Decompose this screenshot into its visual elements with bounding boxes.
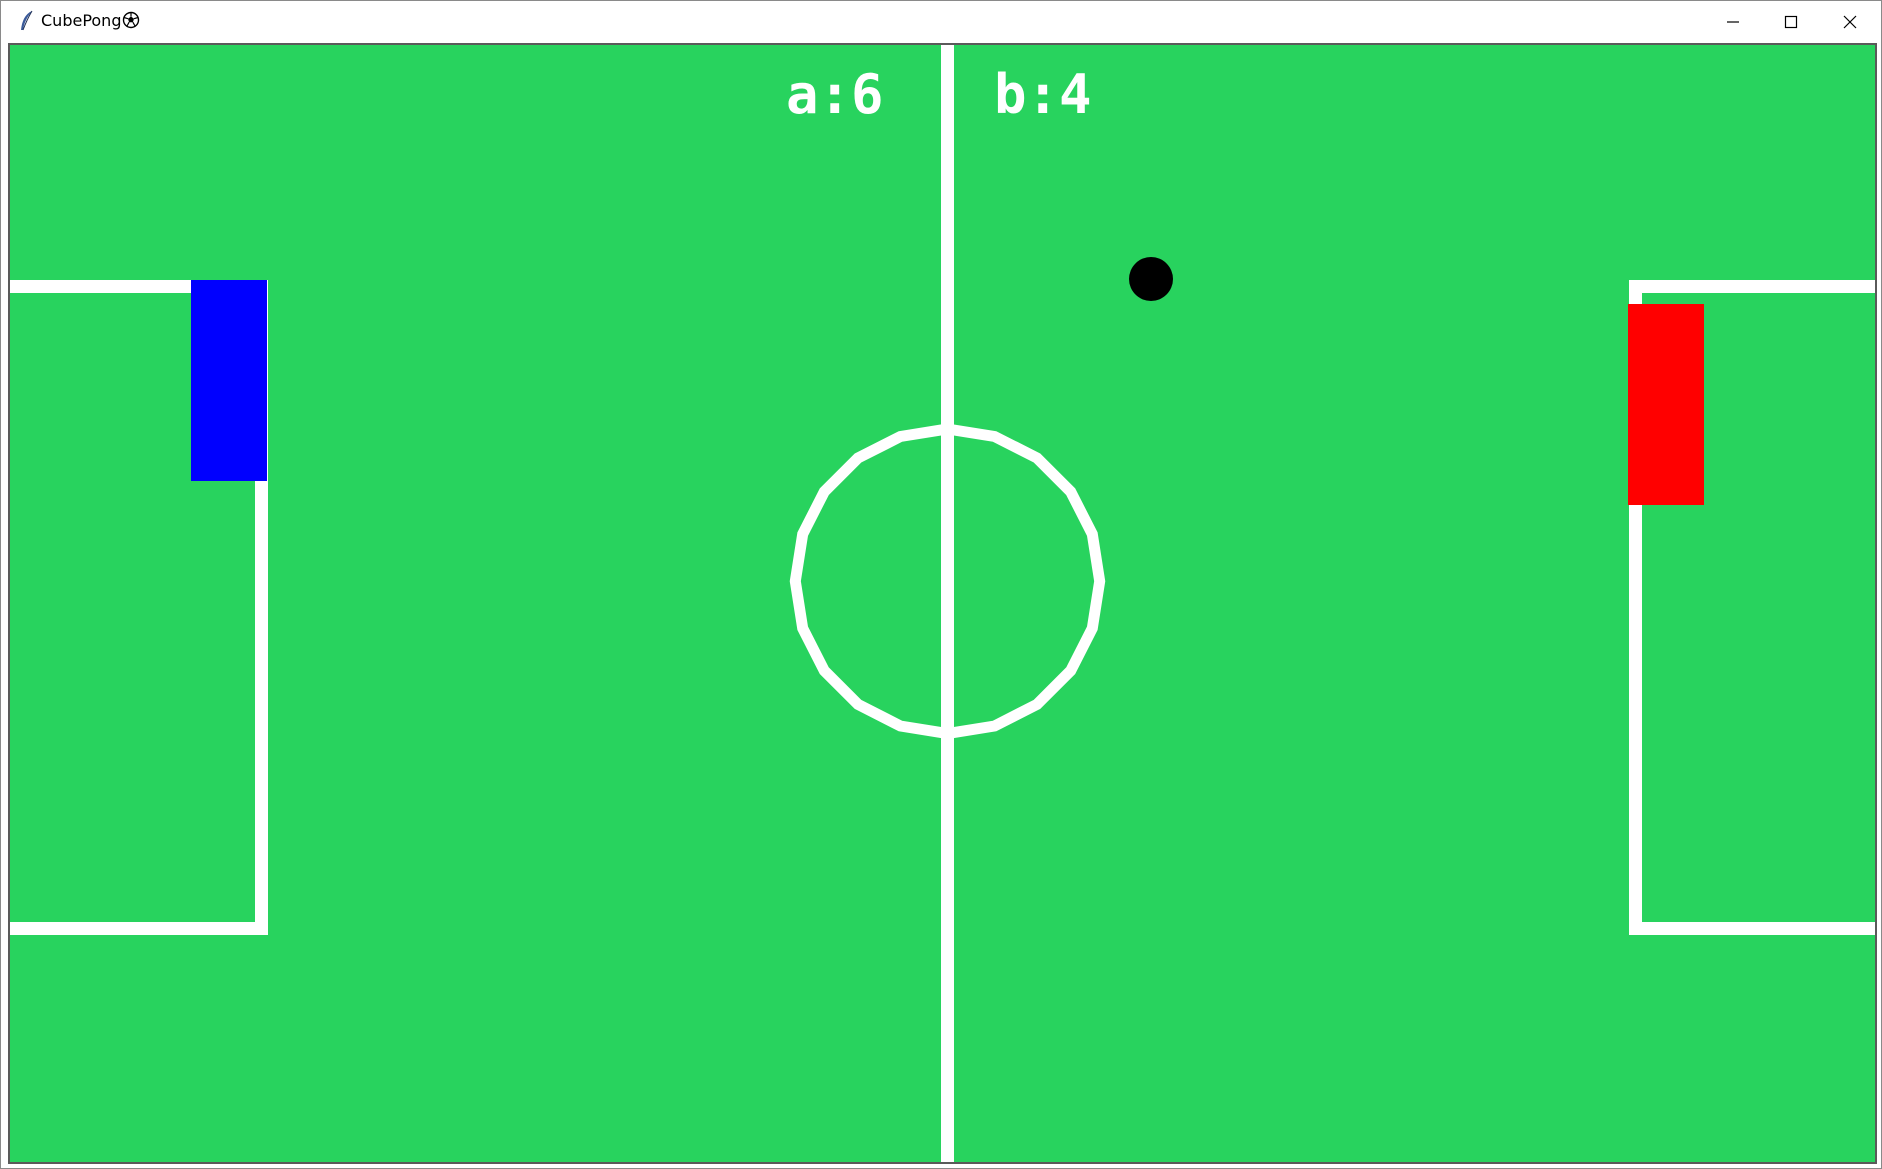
close-button[interactable] xyxy=(1821,1,1879,42)
minimize-button[interactable] xyxy=(1704,1,1762,42)
center-line xyxy=(941,45,954,1162)
maximize-button[interactable] xyxy=(1762,1,1820,42)
soccer-field xyxy=(10,45,1875,1162)
game-canvas[interactable]: a:6 b:4 xyxy=(8,43,1877,1164)
window-title: CubePong xyxy=(41,11,140,31)
feather-icon xyxy=(21,10,33,31)
ball xyxy=(1129,257,1173,301)
paddle-a xyxy=(191,280,267,481)
close-icon xyxy=(1843,15,1857,28)
minimize-icon xyxy=(1727,20,1739,23)
window-title-text: CubePong xyxy=(41,11,122,30)
title-bar[interactable]: CubePong xyxy=(1,1,1881,42)
soccer-ball-icon xyxy=(123,11,140,29)
paddle-b xyxy=(1628,304,1704,505)
score-b: b:4 xyxy=(994,63,1092,126)
score-a: a:6 xyxy=(786,63,884,126)
maximize-icon xyxy=(1784,15,1798,28)
game-window: CubePong a:6 b:4 xyxy=(0,0,1882,1169)
